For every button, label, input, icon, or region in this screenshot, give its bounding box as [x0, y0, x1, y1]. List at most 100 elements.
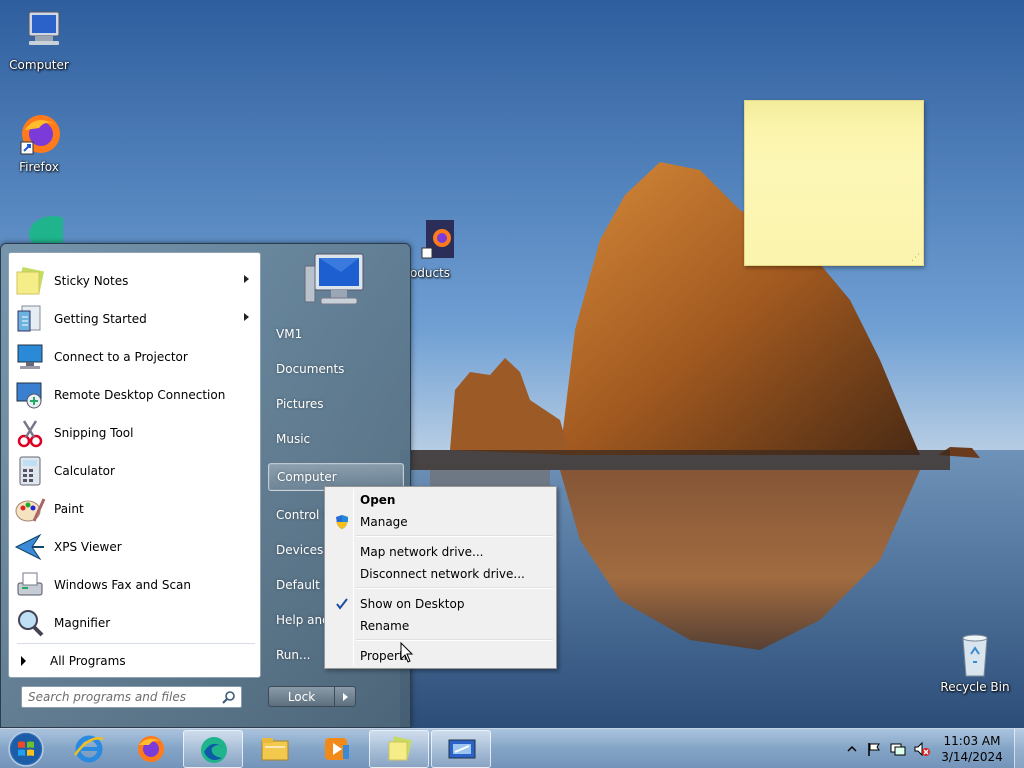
- taskbar: 11:03 AM 3/14/2024: [0, 728, 1024, 768]
- search-input[interactable]: [28, 687, 218, 707]
- program-calculator[interactable]: Calculator: [12, 453, 257, 489]
- menu-separator: [356, 587, 553, 589]
- program-sticky-notes[interactable]: Sticky Notes: [12, 263, 257, 299]
- link-label: Help and: [276, 613, 330, 627]
- program-label: Calculator: [54, 464, 115, 478]
- menu-item-rename[interactable]: Rename: [327, 615, 554, 637]
- magnifier-icon: [14, 607, 46, 639]
- menu-item-properties[interactable]: Properti: [327, 645, 554, 667]
- user-account-picture[interactable]: [301, 252, 369, 312]
- paint-icon: [14, 493, 46, 525]
- clock-date: 3/14/2024: [941, 750, 1003, 764]
- taskbar-media-player[interactable]: [307, 730, 367, 768]
- program-getting-started[interactable]: Getting Started: [12, 301, 257, 337]
- uac-shield-icon: [334, 514, 350, 530]
- program-paint[interactable]: Paint: [12, 491, 257, 527]
- menu-separator: [356, 535, 553, 537]
- link-label: Pictures: [276, 397, 324, 411]
- sticky-note-titlebar[interactable]: [745, 101, 923, 129]
- taskbar-remote-desktop[interactable]: [431, 730, 491, 768]
- menu-item-label: Manage: [360, 515, 408, 529]
- program-label: Windows Fax and Scan: [54, 578, 192, 592]
- network-icon[interactable]: [890, 741, 906, 757]
- menu-item-show-on-desktop[interactable]: Show on Desktop: [327, 593, 554, 615]
- start-link-music[interactable]: Music: [268, 425, 404, 453]
- firefox-icon: [138, 736, 164, 762]
- submenu-arrow-icon[interactable]: [244, 275, 249, 283]
- calculator-icon: [14, 455, 46, 487]
- desktop-icon-label: Recycle Bin: [940, 680, 1010, 694]
- taskbar-internet-explorer[interactable]: [59, 730, 119, 768]
- all-programs-button[interactable]: All Programs: [21, 651, 126, 671]
- start-search-box[interactable]: [21, 686, 242, 708]
- remote-desktop-icon: [14, 379, 46, 411]
- resize-grip-icon[interactable]: ⋰: [911, 253, 920, 263]
- projector-icon: [14, 341, 46, 373]
- getting-started-icon: [14, 303, 46, 335]
- menu-separator: [356, 639, 553, 641]
- desktop-icon-firefox[interactable]: Firefox: [1, 110, 77, 174]
- program-label: Sticky Notes: [54, 274, 129, 288]
- desktop-icon-recycle-bin[interactable]: Recycle Bin: [937, 630, 1013, 694]
- taskbar-sticky-notes[interactable]: [369, 730, 429, 768]
- program-connect-projector[interactable]: Connect to a Projector: [12, 339, 257, 375]
- chevron-right-icon: [343, 693, 348, 701]
- xps-viewer-icon: [14, 531, 46, 563]
- action-center-flag-icon[interactable]: [866, 741, 882, 757]
- menu-item-label: Rename: [360, 619, 410, 633]
- mouse-cursor-icon: [400, 641, 414, 664]
- power-options-button[interactable]: [335, 686, 356, 707]
- link-label: Documents: [276, 362, 345, 376]
- show-hidden-icons-icon[interactable]: [844, 741, 860, 757]
- taskbar-firefox[interactable]: [121, 730, 181, 768]
- link-label: Default P: [276, 578, 331, 592]
- menu-item-disconnect-network-drive[interactable]: Disconnect network drive...: [327, 563, 554, 585]
- menu-item-label: Open: [360, 493, 396, 507]
- context-menu: Open Manage Map network drive... Disconn…: [324, 486, 557, 669]
- desktop-icon-label: Firefox: [19, 160, 59, 174]
- menu-item-open[interactable]: Open: [327, 489, 554, 511]
- link-label: VM1: [276, 327, 303, 341]
- menu-item-manage[interactable]: Manage: [327, 511, 554, 533]
- program-remote-desktop[interactable]: Remote Desktop Connection: [12, 377, 257, 413]
- start-link-user[interactable]: VM1: [268, 320, 404, 348]
- program-label: Snipping Tool: [54, 426, 134, 440]
- desktop-icon-label: Computer: [9, 58, 69, 72]
- program-label: Magnifier: [54, 616, 111, 630]
- sticky-note-window[interactable]: ⋰: [744, 100, 924, 266]
- program-xps-viewer[interactable]: XPS Viewer: [12, 529, 257, 565]
- show-desktop-button[interactable]: [1014, 729, 1024, 768]
- edge-icon: [201, 737, 227, 763]
- menu-item-label: Map network drive...: [360, 545, 484, 559]
- checkmark-icon: [334, 596, 350, 612]
- link-label: Music: [276, 432, 311, 446]
- menu-item-map-network-drive[interactable]: Map network drive...: [327, 541, 554, 563]
- media-player-icon: [325, 738, 349, 760]
- taskbar-edge[interactable]: [183, 730, 243, 768]
- start-button[interactable]: [6, 730, 46, 768]
- link-label: Control P: [276, 508, 331, 522]
- desktop-icon-computer[interactable]: Computer: [1, 8, 77, 72]
- desktop-icon-label: oducts: [409, 266, 451, 280]
- fax-scan-icon: [14, 569, 46, 601]
- program-label: Remote Desktop Connection: [54, 388, 226, 402]
- program-label: Getting Started: [54, 312, 147, 326]
- program-snipping-tool[interactable]: Snipping Tool: [12, 415, 257, 451]
- program-fax-scan[interactable]: Windows Fax and Scan: [12, 567, 257, 603]
- internet-explorer-icon: [73, 735, 104, 763]
- lock-button[interactable]: Lock: [268, 686, 335, 707]
- taskbar-file-explorer[interactable]: [245, 730, 305, 768]
- start-link-documents[interactable]: Documents: [268, 355, 404, 383]
- all-programs-label: All Programs: [50, 654, 126, 668]
- program-magnifier[interactable]: Magnifier: [12, 605, 257, 641]
- submenu-arrow-icon[interactable]: [244, 313, 249, 321]
- sticky-notes-icon: [388, 736, 412, 761]
- volume-muted-icon[interactable]: [914, 741, 930, 757]
- search-icon[interactable]: [222, 690, 236, 704]
- taskbar-clock[interactable]: 11:03 AM 3/14/2024: [930, 733, 1014, 765]
- firefox-shortcut-icon: [406, 216, 456, 264]
- program-label: XPS Viewer: [54, 540, 122, 554]
- lock-label: Lock: [287, 689, 316, 704]
- menu-item-label: Disconnect network drive...: [360, 567, 525, 581]
- start-link-pictures[interactable]: Pictures: [268, 390, 404, 418]
